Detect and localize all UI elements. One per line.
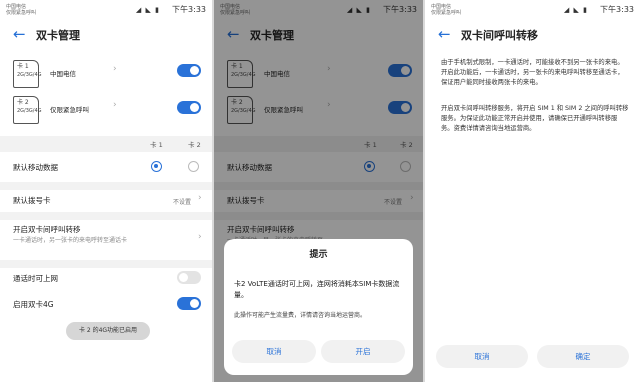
default-data-sim2-radio[interactable]	[188, 161, 199, 172]
sim2-name[interactable]: 仅限紧急呼叫	[50, 104, 89, 114]
header: ← 双卡管理	[0, 26, 212, 46]
default-dial-label[interactable]: 默认拨号卡	[13, 195, 51, 206]
default-dial-value: 不设置	[173, 199, 192, 206]
info-paragraph-2: 开启双卡间呼叫转移服务，将开启 SIM 1 和 SIM 2 之间的呼叫转移服务。…	[441, 105, 629, 132]
prompt-dialog: 提示 卡2 VoLTE通话时可上网，连网将消耗本SIM卡数据流量。 此操作可能产…	[224, 239, 413, 375]
enable-4g-label: 启用双卡4G	[13, 300, 54, 309]
status-bar: 中国电信 仅限紧急呼叫 ◢ ◣ ▮ 下午3:33	[6, 4, 206, 20]
sim1-toggle[interactable]	[177, 64, 201, 77]
call-forward-desc: 一卡通话时，另一张卡的来电呼转至通话卡	[13, 237, 128, 244]
sim1-tag: 卡 1	[17, 63, 29, 70]
status-bar: 中国电信 仅限紧急呼叫 ◢ ◣ ▮ 下午3:33	[431, 4, 634, 20]
default-data-sim1-radio[interactable]	[151, 161, 162, 172]
sim2-type: 2G/3G/4G	[17, 108, 42, 114]
screenshot-collage: 中国电信 仅限紧急呼叫 ◢ ◣ ▮ 下午3:33 ← 双卡管理 卡 1 2G/3…	[0, 0, 640, 382]
page-title: 双卡间呼叫转移	[461, 29, 538, 42]
signal-icons: ◢ ◣ ▮	[563, 6, 588, 14]
dialog-message: 卡2 VoLTE通话时可上网，连网将消耗本SIM卡数据流量。	[234, 280, 400, 299]
call-forward-info-screen: 中国电信 仅限紧急呼叫 ◢ ◣ ▮ 下午3:33 ← 双卡间呼叫转移 由于手机制…	[425, 0, 640, 382]
dialog-cancel-button[interactable]: 取消	[232, 340, 316, 363]
default-data-label: 默认移动数据	[13, 163, 58, 172]
header: ← 双卡间呼叫转移	[425, 26, 640, 46]
back-arrow-icon[interactable]: ←	[438, 26, 451, 42]
col-sim1: 卡 1	[150, 141, 163, 149]
sim2-tag: 卡 2	[17, 99, 29, 106]
info-paragraph-1: 由于手机制式限制，一卡通话时，可能接收不到另一张卡的来电。开启此功能后，一卡通话…	[441, 59, 624, 86]
signal-icons: ◢ ◣ ▮	[135, 6, 160, 14]
call-online-label: 通话时可上网	[13, 274, 58, 283]
dual-sim-settings-screen: 中国电信 仅限紧急呼叫 ◢ ◣ ▮ 下午3:33 ← 双卡管理 卡 1 2G/3…	[0, 0, 212, 382]
page-title: 双卡管理	[36, 29, 80, 42]
back-arrow-icon[interactable]: ←	[13, 26, 26, 42]
dialog-title: 提示	[309, 250, 328, 260]
sim1-type: 2G/3G/4G	[17, 72, 42, 78]
col-sim2: 卡 2	[188, 141, 201, 149]
cancel-button[interactable]: 取消	[436, 345, 528, 368]
column-header-band: 卡 1 卡 2	[0, 136, 212, 152]
dialog-note: 此操作可能产生流量费，详情请咨询当地运营商。	[234, 312, 367, 319]
call-forward-label[interactable]: 开启双卡间呼叫转移	[13, 224, 81, 235]
confirm-button[interactable]: 确定	[537, 345, 629, 368]
chevron-right-icon[interactable]: ›	[198, 193, 202, 203]
dialog-enable-button[interactable]: 开启	[321, 340, 405, 363]
status-time: 下午3:33	[172, 5, 206, 14]
dialog-screen: 中国电信 仅限紧急呼叫 ◢ ◣ ▮ 下午3:33 ← 双卡管理 卡 1 2G/3…	[214, 0, 423, 382]
toast-message: 卡 2 的4G功能已启用	[66, 322, 150, 340]
section-gap	[0, 260, 212, 268]
call-online-toggle[interactable]	[177, 271, 201, 284]
sim1-name[interactable]: 中国电信	[50, 68, 76, 78]
status-time: 下午3:33	[600, 5, 634, 14]
sim-card-icon: 卡 2 2G/3G/4G	[13, 96, 42, 124]
section-gap	[0, 182, 212, 190]
chevron-right-icon[interactable]: ›	[113, 64, 117, 74]
section-gap	[0, 212, 212, 220]
sim2-toggle[interactable]	[177, 101, 201, 114]
sim-card-icon: 卡 1 2G/3G/4G	[13, 60, 42, 88]
chevron-right-icon[interactable]: ›	[113, 100, 117, 110]
enable-4g-toggle[interactable]	[177, 297, 201, 310]
chevron-right-icon[interactable]: ›	[198, 232, 202, 242]
